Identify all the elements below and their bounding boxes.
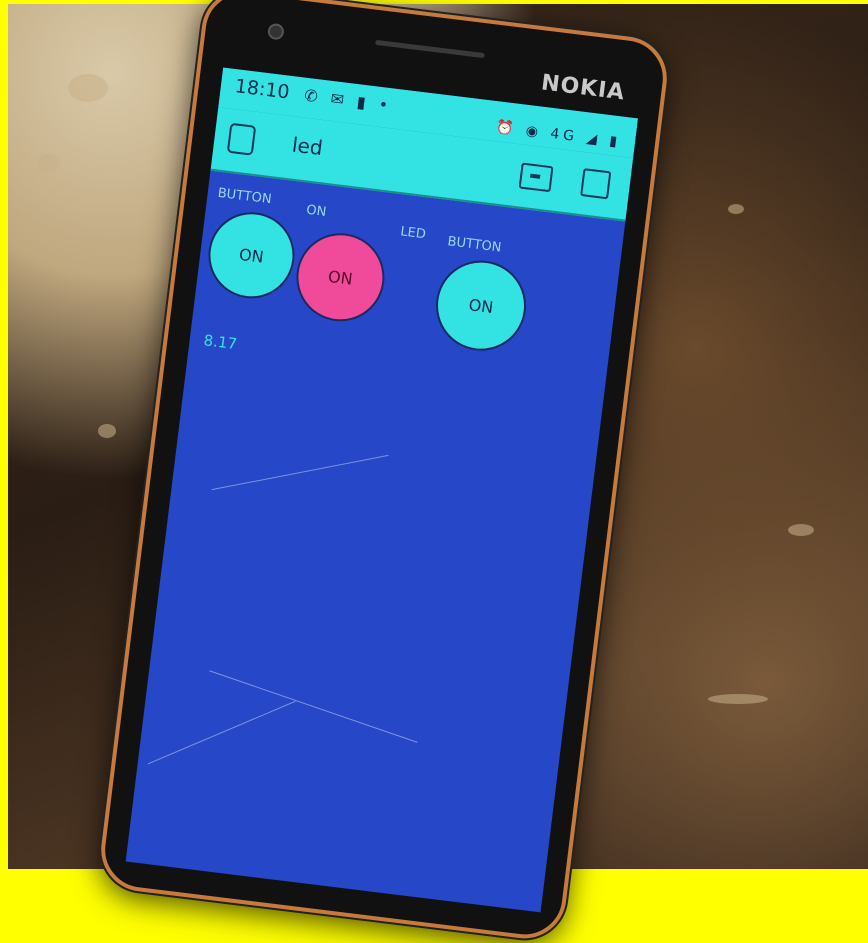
screen-crack bbox=[211, 454, 389, 491]
phone-screen: 18:10 ✆ ✉ ▮ • ⏰ ◉ 4G ◢ ▮ led BUTTON ON L… bbox=[125, 67, 639, 913]
speckle bbox=[708, 694, 768, 704]
brand-logo: NOKIA bbox=[539, 70, 627, 106]
button-2-text: ON bbox=[467, 294, 495, 317]
stop-icon[interactable] bbox=[580, 168, 612, 200]
earpiece-speaker bbox=[375, 39, 485, 59]
screen-crack bbox=[209, 670, 418, 743]
speckle bbox=[788, 524, 814, 536]
speckle bbox=[728, 204, 744, 214]
front-camera bbox=[266, 22, 285, 41]
led-indicator-text: ON bbox=[327, 266, 354, 289]
button-2-label: BUTTON bbox=[446, 234, 503, 256]
speckle bbox=[98, 424, 116, 438]
project-icon[interactable] bbox=[226, 122, 257, 156]
led-label: LED bbox=[399, 224, 427, 243]
screen-crack bbox=[147, 700, 296, 765]
speckle bbox=[38, 154, 60, 172]
status-time: 18:10 bbox=[233, 75, 291, 104]
button-1-label: BUTTON bbox=[216, 185, 273, 208]
button-1-text: ON bbox=[238, 244, 265, 267]
led-indicator: ON bbox=[291, 228, 390, 327]
device-icon[interactable] bbox=[518, 162, 554, 193]
led-on-label: ON bbox=[305, 202, 328, 221]
button-2[interactable]: ON bbox=[430, 255, 532, 356]
speckle bbox=[68, 74, 108, 102]
value-display: 8.17 bbox=[202, 331, 239, 354]
notification-icons: ✆ ✉ ▮ • bbox=[303, 85, 394, 116]
app-title: led bbox=[290, 132, 325, 161]
button-1[interactable]: ON bbox=[203, 207, 300, 304]
